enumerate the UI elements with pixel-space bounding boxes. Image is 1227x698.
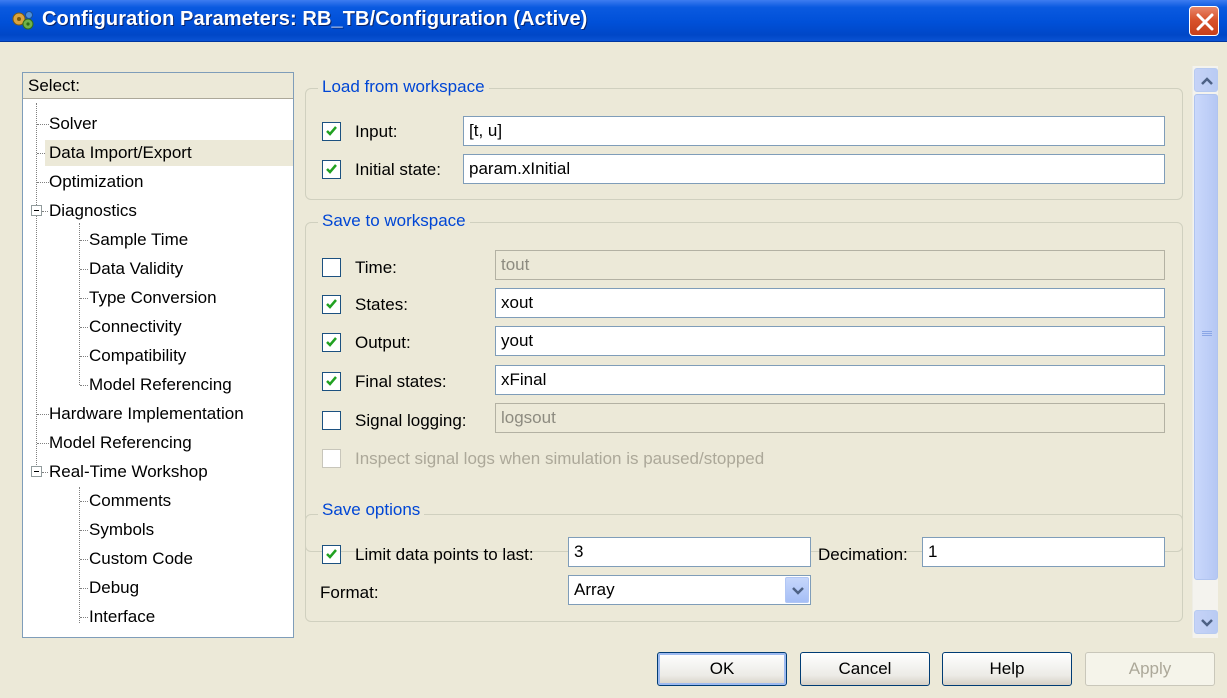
config-params-window: Configuration Parameters: RB_TB/Configur… <box>0 0 1227 698</box>
scroll-up-button[interactable] <box>1194 68 1218 92</box>
simulink-gear-icon <box>10 9 36 33</box>
tree-item-real-time-workshop[interactable]: Real-Time Workshop <box>45 459 208 485</box>
vertical-scrollbar[interactable] <box>1192 66 1218 638</box>
inspect-signal-logs-checkbox[interactable] <box>322 449 341 468</box>
format-dropdown-button[interactable] <box>785 577 809 603</box>
tree-item-solver[interactable]: Solver <box>45 111 97 137</box>
limit-data-points-label: Limit data points to last: <box>355 545 534 564</box>
tree-item-comments[interactable]: Comments <box>85 488 171 514</box>
tree-item-model-referencing-diag[interactable]: Model Referencing <box>85 372 232 398</box>
signal-logging-checkbox[interactable] <box>322 411 341 430</box>
ok-button[interactable]: OK <box>657 652 787 686</box>
format-selected-value: Array <box>574 580 615 599</box>
time-checkbox[interactable] <box>322 258 341 277</box>
signal-logging-label: Signal logging: <box>355 411 467 430</box>
signal-logging-field[interactable]: logsout <box>495 403 1165 433</box>
apply-button[interactable]: Apply <box>1085 652 1215 686</box>
checkmark-icon <box>326 337 337 347</box>
decimation-label: Decimation: <box>818 545 908 564</box>
decimation-field[interactable]: 1 <box>922 537 1165 567</box>
grip-icon <box>1202 331 1212 339</box>
tree-item-custom-code[interactable]: Custom Code <box>85 546 193 572</box>
limit-data-points-field[interactable]: 3 <box>568 537 811 567</box>
tree-item-interface[interactable]: Interface <box>85 604 155 630</box>
collapse-icon[interactable] <box>31 205 42 216</box>
final-states-label: Final states: <box>355 372 447 391</box>
category-tree[interactable]: Select: Solver Data Import/Export Optimi… <box>22 72 294 638</box>
scroll-down-button[interactable] <box>1194 610 1218 634</box>
input-checkbox[interactable] <box>322 122 341 141</box>
limit-data-points-checkbox[interactable] <box>322 545 341 564</box>
tree-item-data-validity[interactable]: Data Validity <box>85 256 183 282</box>
tree-item-compatibility[interactable]: Compatibility <box>85 343 186 369</box>
scroll-thumb[interactable] <box>1194 94 1218 580</box>
save-to-workspace-title: Save to workspace <box>318 211 470 231</box>
time-field[interactable]: tout <box>495 250 1165 280</box>
save-options-title: Save options <box>318 500 425 520</box>
states-checkbox[interactable] <box>322 295 341 314</box>
checkmark-icon <box>326 376 337 386</box>
inspect-signal-logs-label: Inspect signal logs when simulation is p… <box>355 449 765 468</box>
load-from-workspace-title: Load from workspace <box>318 77 489 97</box>
tree-line <box>79 223 80 385</box>
close-icon <box>1196 13 1214 31</box>
checkmark-icon <box>326 126 337 136</box>
save-options-group <box>305 514 1183 622</box>
final-states-field[interactable]: xFinal <box>495 365 1165 395</box>
input-field[interactable]: [t, u] <box>463 116 1165 146</box>
checkmark-icon <box>326 299 337 309</box>
window-title: Configuration Parameters: RB_TB/Configur… <box>42 8 588 30</box>
states-label: States: <box>355 295 408 314</box>
chevron-up-icon <box>1201 77 1213 85</box>
tree-item-sample-time[interactable]: Sample Time <box>85 227 188 253</box>
tree-item-debug[interactable]: Debug <box>85 575 139 601</box>
format-label: Format: <box>320 583 379 602</box>
tree-item-hardware-implementation[interactable]: Hardware Implementation <box>45 401 244 427</box>
states-field[interactable]: xout <box>495 288 1165 318</box>
help-button[interactable]: Help <box>942 652 1072 686</box>
tree-item-type-conversion[interactable]: Type Conversion <box>85 285 217 311</box>
final-states-checkbox[interactable] <box>322 372 341 391</box>
settings-pane: Load from workspace Input: [t, u] Initia… <box>300 70 1190 630</box>
collapse-icon[interactable] <box>31 466 42 477</box>
initial-state-field[interactable]: param.xInitial <box>463 154 1165 184</box>
tree-item-diagnostics[interactable]: Diagnostics <box>45 198 137 224</box>
tree-header: Select: <box>23 73 293 99</box>
tree-item-symbols[interactable]: Symbols <box>85 517 154 543</box>
initial-state-checkbox[interactable] <box>322 160 341 179</box>
tree-item-connectivity[interactable]: Connectivity <box>85 314 182 340</box>
tree-line <box>79 487 80 623</box>
cancel-button[interactable]: Cancel <box>800 652 930 686</box>
initial-state-label: Initial state: <box>355 160 441 179</box>
title-bar[interactable]: Configuration Parameters: RB_TB/Configur… <box>0 0 1227 42</box>
output-checkbox[interactable] <box>322 333 341 352</box>
output-field[interactable]: yout <box>495 326 1165 356</box>
chevron-down-icon <box>1201 619 1213 627</box>
tree-item-model-referencing[interactable]: Model Referencing <box>45 430 192 456</box>
checkmark-icon <box>326 164 337 174</box>
input-label: Input: <box>355 122 398 141</box>
time-label: Time: <box>355 258 397 277</box>
checkmark-icon <box>326 549 337 559</box>
output-label: Output: <box>355 333 411 352</box>
format-dropdown[interactable]: Array <box>568 575 811 605</box>
tree-item-data-import-export[interactable]: Data Import/Export <box>45 140 293 166</box>
tree-item-optimization[interactable]: Optimization <box>45 169 143 195</box>
close-button[interactable] <box>1189 6 1219 36</box>
chevron-down-icon <box>792 587 804 595</box>
